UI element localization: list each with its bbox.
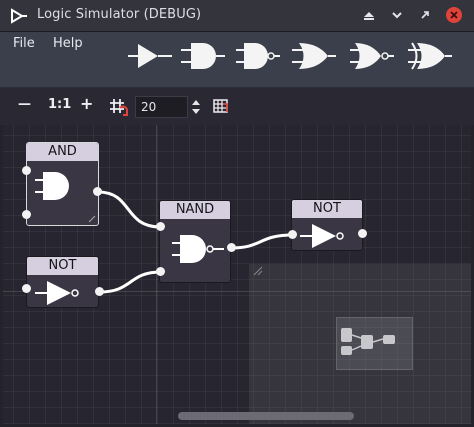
zoom-in-button[interactable]: + <box>80 94 93 113</box>
close-window-icon[interactable] <box>446 7 462 23</box>
node-title: AND <box>27 143 98 161</box>
menu-bar: File Help <box>0 32 474 88</box>
and-gate-icon <box>35 172 69 200</box>
grid-size-stepper-icon[interactable] <box>191 96 201 118</box>
grid-size-input[interactable]: 20 <box>135 96 188 118</box>
toolbar: — 1:1 + 20 <box>0 88 474 125</box>
minimize-window-icon[interactable] <box>389 7 405 23</box>
window-title: Logic Simulator (DEBUG) <box>37 7 202 22</box>
and-gate-node[interactable]: AND <box>26 142 99 226</box>
not-input-pin[interactable] <box>22 284 31 293</box>
not-input-pin[interactable] <box>288 230 297 239</box>
palette-nand-gate-icon[interactable] <box>236 41 280 71</box>
reset-zoom-button[interactable]: 1:1 <box>48 97 71 112</box>
nand-gate-node[interactable]: NAND <box>159 200 231 283</box>
nand-output-pin[interactable] <box>227 243 236 252</box>
nand-input-pin[interactable] <box>156 267 165 276</box>
and-output-pin[interactable] <box>93 187 102 196</box>
node-title: NOT <box>292 200 362 218</box>
palette-nor-gate-icon[interactable] <box>350 41 394 71</box>
palette-buffer-gate-icon[interactable] <box>128 41 172 71</box>
circuit-canvas[interactable]: AND NOT NAND NOT <box>3 125 471 424</box>
and-input-pin[interactable] <box>22 210 31 219</box>
minimap-preview <box>341 328 395 355</box>
horizontal-scrollbar[interactable] <box>178 412 354 420</box>
node-title: NOT <box>27 257 98 275</box>
wire-and-to-nand <box>97 190 162 229</box>
not-gate-icon <box>35 281 79 305</box>
not-gate-node[interactable]: NOT <box>26 256 99 308</box>
snap-grid-icon[interactable] <box>108 96 128 116</box>
wire-not-to-nand <box>99 270 162 294</box>
not-output-pin[interactable] <box>95 287 104 296</box>
minimap[interactable] <box>249 264 471 424</box>
not-gate-icon <box>300 224 344 248</box>
palette-and-gate-icon[interactable] <box>181 41 225 71</box>
palette-or-gate-icon[interactable] <box>292 41 336 71</box>
nand-input-pin[interactable] <box>156 222 165 231</box>
grid-toggle-icon[interactable] <box>211 96 231 116</box>
app-logo-icon <box>11 8 27 24</box>
shade-window-icon[interactable] <box>361 7 377 23</box>
node-title: NAND <box>160 201 230 219</box>
resize-grip-icon[interactable] <box>88 215 96 223</box>
maximize-window-icon[interactable] <box>417 7 433 23</box>
nand-gate-icon <box>172 235 224 263</box>
wire-nand-to-not <box>230 233 294 250</box>
not-output-pin[interactable] <box>358 229 367 238</box>
title-bar: Logic Simulator (DEBUG) <box>0 0 474 32</box>
menu-file[interactable]: File <box>13 36 35 51</box>
zoom-out-button[interactable]: — <box>18 97 31 112</box>
palette-xor-gate-icon[interactable] <box>408 41 452 71</box>
menu-help[interactable]: Help <box>53 36 83 51</box>
minimap-viewport[interactable] <box>336 317 413 370</box>
and-input-pin[interactable] <box>22 166 31 175</box>
minimap-resize-icon[interactable] <box>253 266 263 276</box>
not-gate-node[interactable]: NOT <box>291 199 363 251</box>
